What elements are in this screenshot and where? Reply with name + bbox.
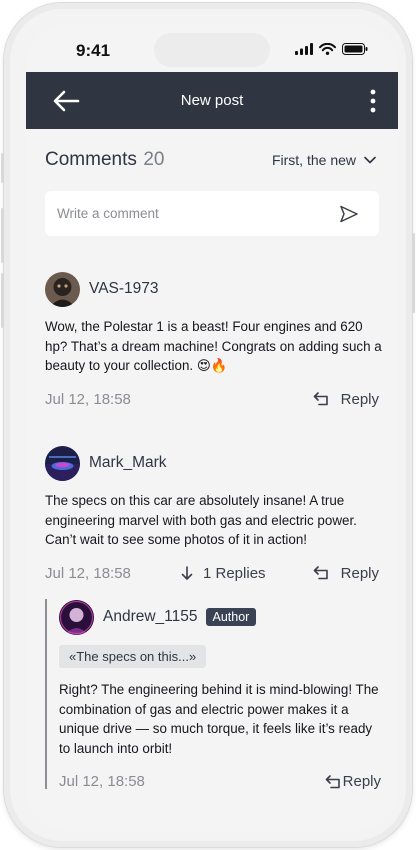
reply-button[interactable]: Reply xyxy=(313,391,379,408)
chevron-down-icon xyxy=(364,156,376,164)
comment-item: VAS-1973 Wow, the Polestar 1 is a beast!… xyxy=(45,271,385,413)
status-bar: 9:41 xyxy=(26,23,398,73)
thread-line xyxy=(45,599,47,789)
reply-label: Reply xyxy=(340,390,379,408)
dynamic-island xyxy=(154,33,270,67)
side-button xyxy=(1,153,4,183)
reply-comment-item: Andrew_1155 Author «The specs on this...… xyxy=(59,599,381,795)
reply-icon xyxy=(325,774,340,788)
comment-input[interactable] xyxy=(57,203,327,223)
screen: 9:41 New post Comments 20 First, the new… xyxy=(26,23,398,831)
phone-frame: 9:41 New post Comments 20 First, the new… xyxy=(1,3,415,847)
comment-footer: Jul 12, 18:58 Reply xyxy=(45,389,385,413)
comment-date: Jul 12, 18:58 xyxy=(45,390,131,408)
sort-dropdown[interactable]: First, the new xyxy=(272,152,376,168)
app-header: New post xyxy=(26,72,398,129)
volume-down-button xyxy=(1,273,4,328)
reply-button[interactable]: Reply xyxy=(313,565,379,582)
quote-chip[interactable]: «The specs on this...» xyxy=(59,645,207,668)
comment-user: Mark_Mark xyxy=(45,445,385,481)
wifi-icon xyxy=(319,43,336,55)
comment-footer: Jul 12, 18:58 Reply xyxy=(59,771,381,795)
avatar[interactable] xyxy=(59,599,94,635)
more-vertical-icon[interactable] xyxy=(368,88,378,114)
comments-header: Comments 20 First, the new xyxy=(45,149,376,175)
reply-button[interactable]: Reply xyxy=(325,773,381,790)
sort-label: First, the new xyxy=(271,152,356,168)
send-icon[interactable] xyxy=(339,205,359,223)
avatar[interactable] xyxy=(45,271,80,307)
reply-icon xyxy=(313,566,328,580)
battery-icon xyxy=(342,43,368,55)
comment-text: Right? The engineering behind it is mind… xyxy=(59,682,379,756)
replies-label: 1 Replies xyxy=(203,564,266,582)
comments-count: 20 xyxy=(143,149,165,170)
comment-input-box xyxy=(45,191,379,236)
volume-up-button xyxy=(1,208,4,263)
comment-item: Mark_Mark The specs on this car are abso… xyxy=(45,445,385,587)
avatar[interactable] xyxy=(45,445,80,481)
signal-icon xyxy=(295,43,313,55)
reply-label: Reply xyxy=(342,773,381,790)
page-title: New post xyxy=(180,92,244,109)
status-icons xyxy=(295,43,368,55)
comment-date: Jul 12, 18:58 xyxy=(59,773,145,790)
power-button xyxy=(412,233,415,313)
username[interactable]: Andrew_1155 xyxy=(103,608,198,626)
username[interactable]: Mark_Mark xyxy=(89,454,167,472)
comment-footer: Jul 12, 18:58 1 Replies Reply xyxy=(45,563,385,587)
author-badge: Author xyxy=(205,608,257,626)
comment-user: VAS-1973 xyxy=(45,271,385,307)
arrow-down-icon xyxy=(181,565,193,580)
reply-icon xyxy=(313,392,328,406)
comments-title: Comments xyxy=(45,149,137,170)
status-time: 9:41 xyxy=(76,41,111,60)
comment-date: Jul 12, 18:58 xyxy=(45,564,131,582)
comment-text: Wow, the Polestar 1 is a beast! Four eng… xyxy=(45,319,382,373)
comment-user: Andrew_1155 Author xyxy=(59,599,381,635)
reply-label: Reply xyxy=(340,564,379,582)
replies-toggle[interactable]: 1 Replies xyxy=(181,565,266,582)
username[interactable]: VAS-1973 xyxy=(89,280,159,298)
comment-text: The specs on this car are absolutely ins… xyxy=(45,493,357,547)
